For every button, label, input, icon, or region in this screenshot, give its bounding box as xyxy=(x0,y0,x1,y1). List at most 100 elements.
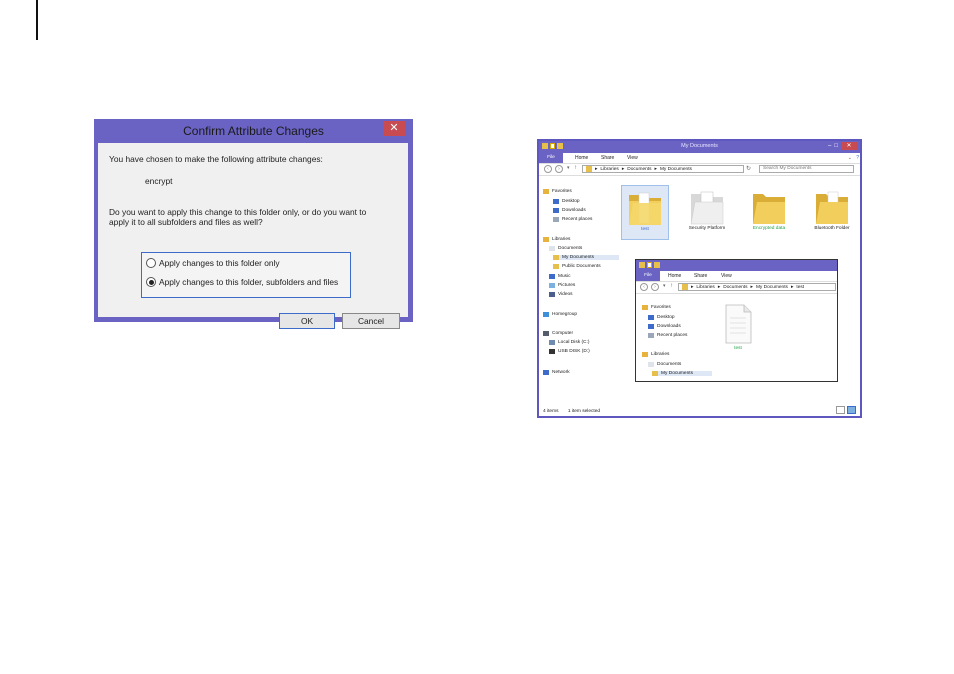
cancel-button[interactable]: Cancel xyxy=(342,313,400,329)
radio-button-icon[interactable] xyxy=(146,258,156,268)
nav-pictures[interactable]: Pictures xyxy=(549,283,575,288)
nav-libraries[interactable]: Libraries xyxy=(642,352,669,357)
properties-icon[interactable] xyxy=(647,262,652,268)
nav-favorites[interactable]: Favorites xyxy=(543,189,572,194)
folder-icon[interactable] xyxy=(639,262,645,268)
nav-public-documents[interactable]: Public Documents xyxy=(553,264,601,269)
tab-share[interactable]: Share xyxy=(601,153,614,163)
ok-button[interactable]: OK xyxy=(279,313,335,329)
folder-icon xyxy=(629,192,661,225)
nav-label: Public Documents xyxy=(562,264,601,269)
radio-folder-only[interactable]: Apply changes to this folder only xyxy=(146,258,280,268)
radio-button-selected-icon[interactable] xyxy=(146,277,156,287)
breadcrumb-libraries[interactable]: Libraries xyxy=(696,285,714,290)
tab-home[interactable]: Home xyxy=(668,271,681,281)
recent-locations-icon[interactable]: ▾ xyxy=(663,283,666,289)
back-arrow-icon[interactable]: ‹ xyxy=(640,283,648,291)
tab-view[interactable]: View xyxy=(627,153,638,163)
nav-homegroup[interactable]: Homegroup xyxy=(543,312,577,317)
file-item-test[interactable]: test xyxy=(621,185,669,240)
nav-label: Libraries xyxy=(552,237,571,242)
ribbon-tabs: File Home Share View xyxy=(636,271,837,282)
file-item-test[interactable]: test xyxy=(718,304,758,351)
recent-places-icon xyxy=(553,217,559,222)
star-icon xyxy=(543,189,549,194)
nav-label: Recent places xyxy=(562,217,593,222)
nav-label: Documents xyxy=(558,246,583,251)
tab-share[interactable]: Share xyxy=(694,271,707,281)
nav-downloads[interactable]: Downloads xyxy=(648,324,681,329)
address-bar-row: ‹ › ▾ ↑ ▸ Libraries ▸ Documents ▸ My Doc… xyxy=(636,282,837,294)
nav-videos[interactable]: Videos xyxy=(549,292,573,297)
folder-icon xyxy=(682,284,688,290)
address-bar-row: ‹ › ▾ ↑ ▸ Libraries ▸ Documents ▸ My Doc… xyxy=(539,164,860,176)
star-icon xyxy=(642,305,648,310)
nav-recent-places[interactable]: Recent places xyxy=(553,217,592,222)
drive-icon xyxy=(549,340,555,345)
minimize-icon[interactable]: – xyxy=(828,143,831,149)
nav-my-documents[interactable]: My Documents xyxy=(553,255,619,260)
breadcrumb-documents[interactable]: Documents xyxy=(627,167,651,172)
details-view-icon[interactable] xyxy=(836,406,845,414)
tab-file[interactable]: File xyxy=(539,153,563,163)
breadcrumb-documents[interactable]: Documents xyxy=(723,285,747,290)
nav-label: Documents xyxy=(657,362,682,367)
new-folder-icon[interactable] xyxy=(654,262,660,268)
nav-downloads[interactable]: Downloads xyxy=(553,208,586,213)
radio-all-subfolders[interactable]: Apply changes to this folder, subfolders… xyxy=(146,277,338,287)
search-input[interactable]: Search My Documents xyxy=(759,165,854,173)
tab-view[interactable]: View xyxy=(721,271,732,281)
breadcrumb-libraries[interactable]: Libraries xyxy=(600,167,618,172)
folder-icon xyxy=(690,191,724,225)
large-icons-view-icon[interactable] xyxy=(847,406,856,414)
nav-libraries[interactable]: Libraries xyxy=(543,237,570,242)
help-icon[interactable]: ? xyxy=(856,153,859,163)
nav-label: Network xyxy=(552,370,570,375)
nav-usb-disk[interactable]: USB DISK (D:) xyxy=(549,349,590,354)
forward-arrow-icon[interactable]: › xyxy=(651,283,659,291)
forward-arrow-icon[interactable]: › xyxy=(555,165,563,173)
nav-label: Libraries xyxy=(651,352,670,357)
maximize-icon[interactable]: □ xyxy=(834,143,838,149)
nav-label: Downloads xyxy=(657,324,681,329)
breadcrumb-test[interactable]: test xyxy=(796,285,804,290)
downloads-icon xyxy=(648,324,654,329)
nav-documents[interactable]: Documents xyxy=(648,362,681,367)
nav-recent-places[interactable]: Recent places xyxy=(648,333,687,338)
breadcrumb-my-documents[interactable]: My Documents xyxy=(756,285,788,290)
expand-ribbon-icon[interactable]: ⌄ xyxy=(848,153,852,163)
up-arrow-icon[interactable]: ↑ xyxy=(670,283,673,289)
nav-computer[interactable]: Computer xyxy=(543,331,573,336)
nav-desktop[interactable]: Desktop xyxy=(648,315,675,320)
question-line-2: apply it to all subfolders and files as … xyxy=(109,217,263,227)
documents-icon xyxy=(648,362,654,367)
nav-my-documents[interactable]: My Documents xyxy=(652,371,712,376)
address-path[interactable]: ▸ Libraries ▸ Documents ▸ My Documents ▸… xyxy=(678,283,836,291)
file-item-security-platform[interactable]: Security Platform xyxy=(681,185,733,231)
nav-local-disk[interactable]: Local Disk (C:) xyxy=(549,340,589,345)
window-titlebar: My Documents – □ ✕ xyxy=(539,141,860,153)
status-selection: 1 item selected xyxy=(567,409,601,414)
nav-network[interactable]: Network xyxy=(543,370,570,375)
nav-desktop[interactable]: Desktop xyxy=(553,199,580,204)
folder-icon xyxy=(753,194,785,224)
nav-label: Recent places xyxy=(657,333,688,338)
file-item-bluetooth-folder[interactable]: Bluetooth Folder xyxy=(803,185,861,231)
up-arrow-icon[interactable]: ↑ xyxy=(574,165,577,171)
nav-documents[interactable]: Documents xyxy=(549,246,582,251)
tab-home[interactable]: Home xyxy=(575,153,588,163)
address-path[interactable]: ▸ Libraries ▸ Documents ▸ My Documents xyxy=(582,165,744,173)
close-icon[interactable]: ✕ xyxy=(383,121,405,136)
nav-favorites[interactable]: Favorites xyxy=(642,305,671,310)
tab-file[interactable]: File xyxy=(636,271,660,281)
recent-locations-icon[interactable]: ▾ xyxy=(567,165,570,171)
refresh-icon[interactable]: ↻ xyxy=(746,165,751,172)
breadcrumb-my-documents[interactable]: My Documents xyxy=(660,167,692,172)
close-icon[interactable]: ✕ xyxy=(841,142,857,150)
radio-folder-only-label: Apply changes to this folder only xyxy=(159,258,280,268)
file-name: test xyxy=(641,227,649,232)
back-arrow-icon[interactable]: ‹ xyxy=(544,165,552,173)
nav-label: My Documents xyxy=(661,371,693,376)
file-item-encrypted-data[interactable]: Encrypted data xyxy=(743,185,795,231)
nav-music[interactable]: Music xyxy=(549,274,571,279)
